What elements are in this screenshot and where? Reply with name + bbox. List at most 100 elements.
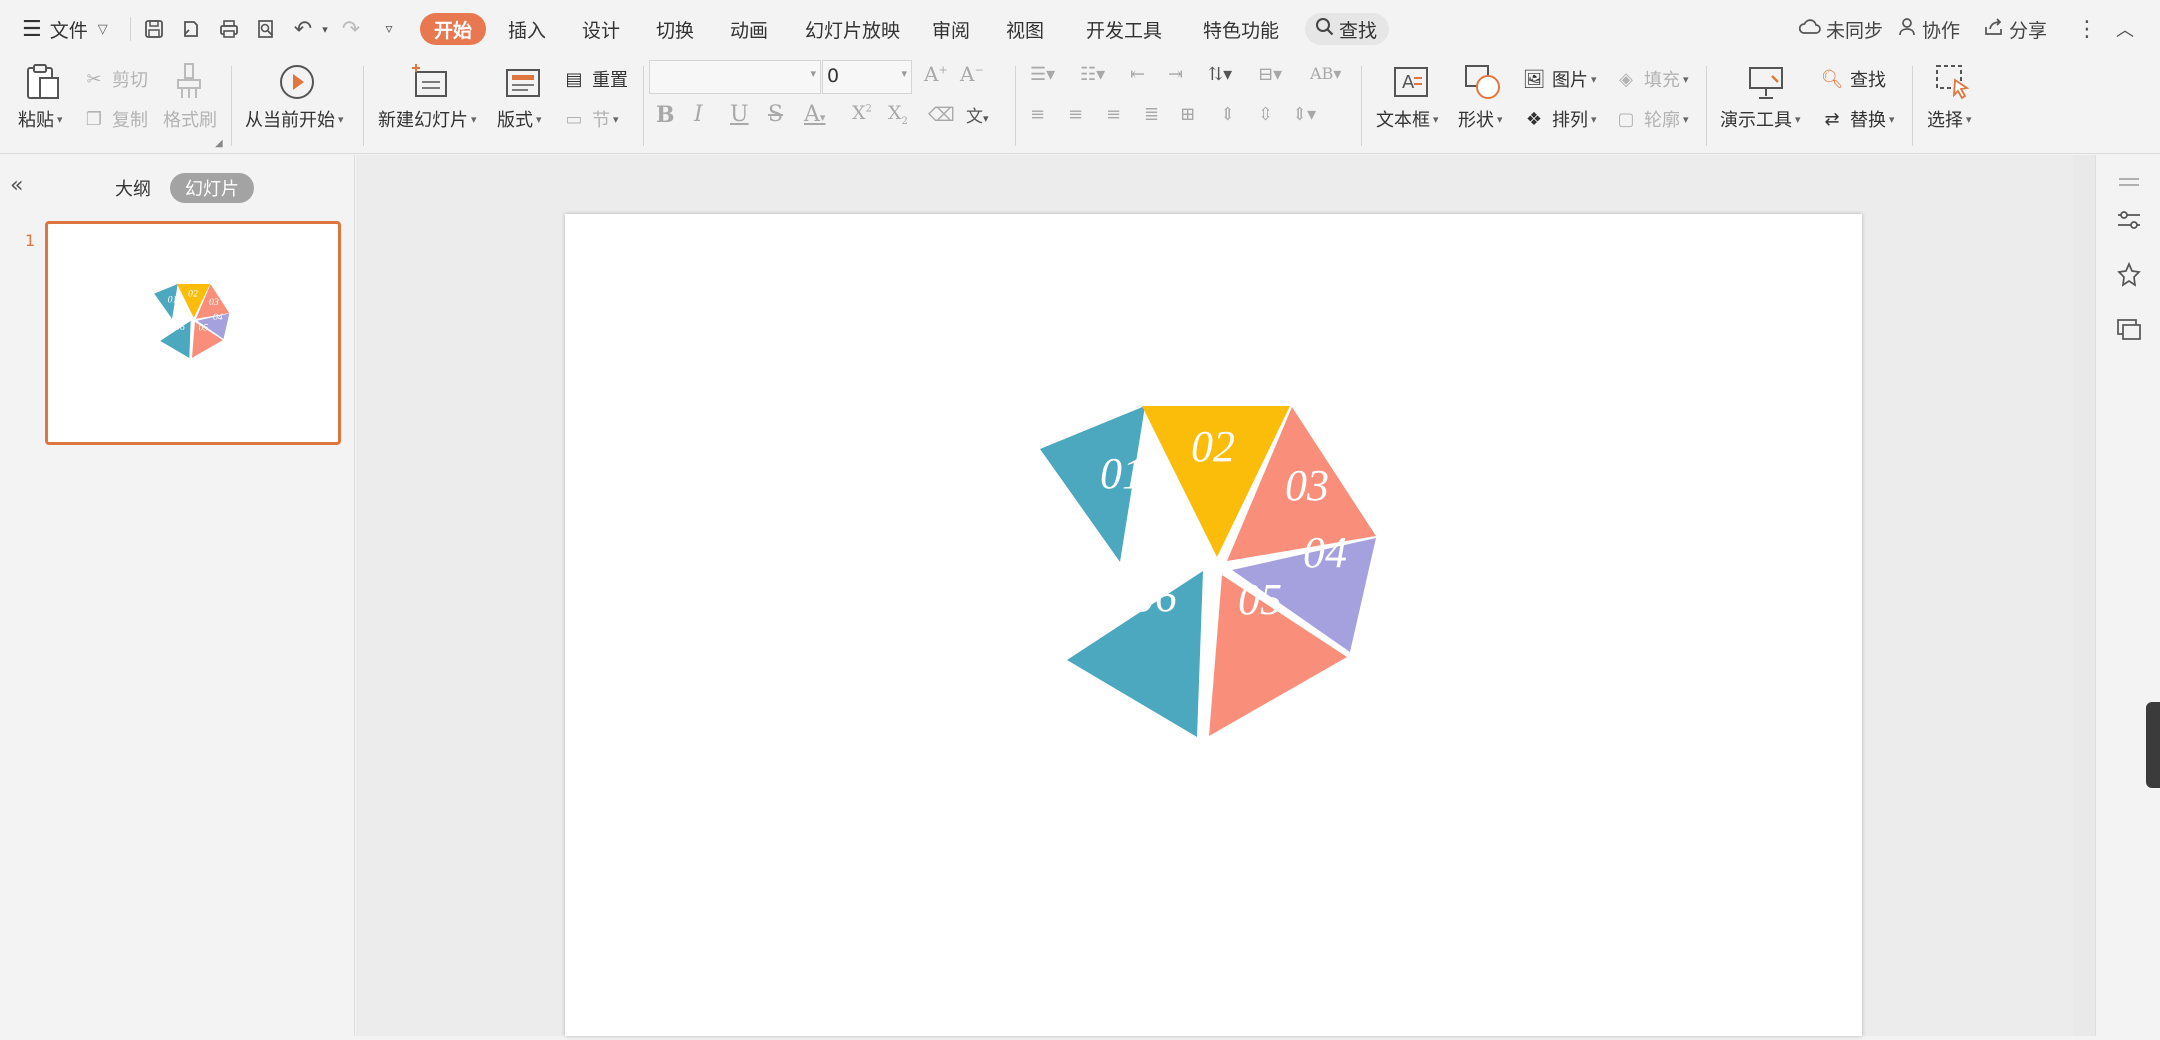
print-icon[interactable] — [216, 16, 242, 42]
bold-icon[interactable]: B — [656, 102, 675, 128]
fill-button[interactable]: ◈ 填充 — [1614, 66, 1689, 92]
paragraph-spacing-icon[interactable]: ⇳ — [1258, 104, 1273, 125]
outline-button[interactable]: ▢ 轮廓 — [1614, 106, 1689, 132]
divider — [1015, 66, 1016, 146]
slide-canvas[interactable]: 01 02 03 04 05 06 — [565, 214, 1862, 1036]
font-name-combo[interactable]: ▾ — [649, 60, 821, 94]
collapse-panel-icon[interactable]: « — [10, 173, 23, 198]
text-direction-icon[interactable]: ⇅▾ — [1208, 64, 1232, 85]
line-spacing-options-icon[interactable]: ⇕▾ — [1292, 104, 1316, 125]
search-box[interactable]: 查找 — [1305, 13, 1390, 45]
play-from-current-button[interactable]: 从当前开始 — [245, 106, 344, 132]
triangle-diagram: 01 02 03 04 05 06 — [1040, 406, 1376, 737]
decrease-font-size-icon[interactable]: A− — [960, 62, 984, 86]
more-options-icon[interactable]: ⋮ — [2074, 16, 2100, 42]
align-center-icon[interactable]: ≡ — [1068, 104, 1083, 125]
tab-design[interactable]: 设计 — [582, 13, 620, 45]
slide-thumbnail[interactable]: 01 02 03 04 05 06 — [45, 221, 341, 445]
tab-insert[interactable]: 插入 — [508, 13, 546, 45]
tab-slideshow[interactable]: 幻灯片放映 — [805, 13, 900, 45]
new-slide-button[interactable]: 新建幻灯片 — [378, 106, 477, 132]
font-size-combo[interactable]: 0 ▾ — [822, 60, 912, 94]
underline-icon[interactable]: U — [730, 102, 749, 127]
format-painter-icon[interactable] — [170, 62, 210, 102]
share-button[interactable]: 分享 — [1983, 13, 2047, 45]
redo-icon[interactable]: ↷ — [338, 16, 364, 42]
customize-toolbar-icon[interactable]: ▿ — [376, 16, 402, 42]
tab-view[interactable]: 视图 — [1006, 13, 1044, 45]
undo-dropdown-icon[interactable]: ▾ — [312, 16, 338, 42]
file-menu[interactable]: ☰ 文件 ▽ — [22, 13, 108, 45]
tab-transitions[interactable]: 切换 — [656, 13, 694, 45]
distribute-icon[interactable]: ⊞ — [1180, 104, 1195, 125]
save-icon[interactable] — [141, 16, 167, 42]
print-preview-icon[interactable] — [253, 16, 279, 42]
increase-font-size-icon[interactable]: A+ — [924, 62, 948, 86]
columns-icon[interactable]: AB▾ — [1310, 64, 1341, 83]
tab-developer[interactable]: 开发工具 — [1086, 13, 1162, 45]
segment-label-three: 03 — [1285, 461, 1329, 510]
tab-slides[interactable]: 幻灯片 — [170, 173, 254, 203]
align-text-icon[interactable]: ⊟▾ — [1258, 64, 1282, 85]
font-color-icon[interactable]: A▾ — [804, 102, 825, 127]
tab-special-features[interactable]: 特色功能 — [1203, 13, 1279, 45]
picture-button[interactable]: 🖼 图片 — [1522, 66, 1597, 92]
new-slide-icon[interactable] — [410, 62, 450, 102]
line-spacing-icon[interactable]: ⇕ — [1220, 104, 1235, 125]
replace-button[interactable]: ⇄ 替换 — [1820, 106, 1895, 132]
properties-icon[interactable] — [2115, 207, 2143, 235]
align-right-icon[interactable]: ≡ — [1106, 104, 1121, 125]
tab-animations[interactable]: 动画 — [730, 13, 768, 45]
arrange-button[interactable]: ❖ 排列 — [1522, 106, 1597, 132]
cut-button[interactable]: ✂ 剪切 — [82, 66, 148, 92]
paste-button[interactable]: 粘贴 — [18, 106, 63, 132]
collaborate-button[interactable]: 协作 — [1898, 13, 1960, 45]
presentation-tools-icon[interactable] — [1746, 62, 1786, 102]
select-button[interactable]: 选择 — [1927, 106, 1972, 132]
collapse-ribbon-icon[interactable]: ︿ — [2112, 16, 2138, 42]
tab-review[interactable]: 审阅 — [932, 13, 970, 45]
section-button[interactable]: ▭ 节 — [562, 106, 619, 132]
sync-status[interactable]: 未同步 — [1798, 13, 1883, 45]
shape-button[interactable]: 形状 — [1458, 106, 1503, 132]
strikethrough-icon[interactable]: S — [768, 102, 783, 127]
drag-handle-icon[interactable] — [2115, 169, 2143, 197]
slide-switch-icon[interactable] — [2115, 315, 2143, 343]
clipboard-dialog-launcher-icon[interactable]: ◢ — [215, 138, 223, 149]
align-left-icon[interactable]: ≡ — [1030, 104, 1045, 125]
floating-widget-handle[interactable] — [2146, 702, 2160, 788]
subscript-icon[interactable]: X2 — [888, 102, 908, 127]
clear-formatting-icon[interactable]: ⌫ — [928, 104, 955, 126]
export-icon[interactable] — [178, 16, 204, 42]
paste-icon[interactable] — [22, 62, 62, 102]
bullets-icon[interactable]: ☰▾ — [1030, 64, 1055, 85]
shape-icon[interactable] — [1463, 62, 1503, 102]
layout-icon[interactable] — [503, 64, 543, 104]
presentation-tools-button[interactable]: 演示工具 — [1720, 106, 1801, 132]
star-icon[interactable] — [2115, 261, 2143, 289]
segment-label-three: 03 — [209, 297, 219, 308]
sync-status-label: 未同步 — [1826, 19, 1884, 42]
superscript-icon[interactable]: X2 — [852, 102, 872, 124]
play-icon[interactable] — [277, 62, 317, 102]
file-menu-label: 文件 — [49, 19, 88, 42]
italic-icon[interactable]: I — [694, 102, 703, 127]
phonetic-guide-icon[interactable]: 文▾ — [966, 102, 989, 127]
numbering-icon[interactable]: ☷▾ — [1080, 64, 1105, 85]
tab-home[interactable]: 开始 — [420, 13, 487, 45]
find-button[interactable]: 🔍︎ 查找 — [1820, 66, 1886, 92]
increase-indent-icon[interactable]: ⇥ — [1168, 64, 1183, 85]
copy-button[interactable]: ❐ 复制 — [82, 106, 148, 132]
tab-outline[interactable]: 大纲 — [106, 173, 160, 203]
layout-button[interactable]: 版式 — [497, 106, 542, 132]
justify-icon[interactable]: ≣ — [1144, 104, 1159, 125]
decrease-indent-icon[interactable]: ⇤ — [1130, 64, 1145, 85]
select-icon[interactable] — [1933, 62, 1973, 102]
slides-panel: « 大纲 幻灯片 1 01 02 03 04 05 06 — [0, 155, 355, 1036]
text-box-button[interactable]: 文本框 — [1376, 106, 1439, 132]
vertical-scrollbar[interactable] — [2073, 155, 2095, 1036]
reset-button[interactable]: ▤ 重置 — [562, 66, 628, 92]
replace-icon: ⇄ — [1824, 108, 1840, 130]
text-box-icon[interactable]: A — [1391, 62, 1431, 102]
format-painter-button[interactable]: 格式刷 — [163, 106, 217, 132]
